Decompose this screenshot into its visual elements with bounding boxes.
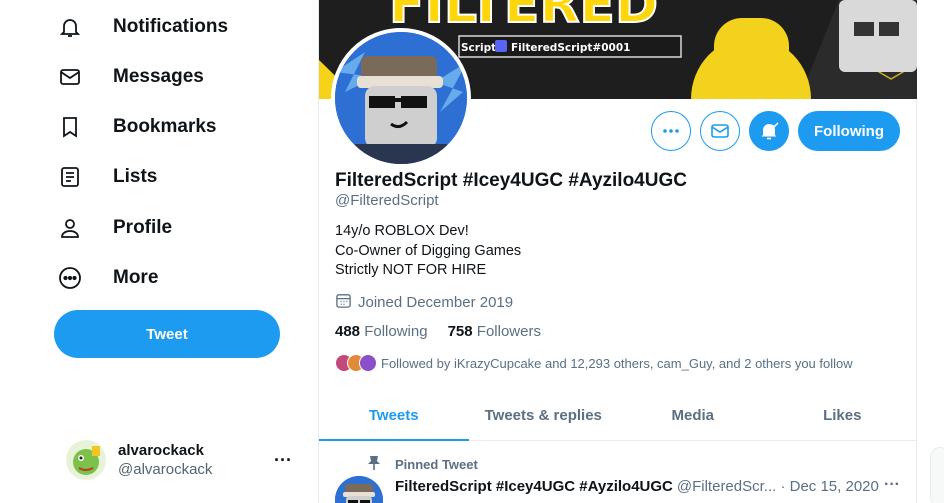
envelope-icon bbox=[56, 63, 84, 91]
pinned-tweet-header: FilteredScript #Icey4UGC #Ayzilo4UGC @Fi… bbox=[395, 478, 879, 495]
more-options-button[interactable] bbox=[651, 111, 691, 151]
followed-by-text: Followed by iKrazyCupcake and 12,293 oth… bbox=[381, 355, 853, 371]
svg-text:FilteredScript#0001: FilteredScript#0001 bbox=[511, 42, 630, 54]
follower-avatars bbox=[335, 354, 377, 372]
tweet-more-icon[interactable]: ··· bbox=[884, 476, 900, 494]
profile-avatar[interactable] bbox=[331, 28, 471, 168]
pinned-label: Pinned Tweet bbox=[395, 457, 478, 472]
account-switcher[interactable]: alvarockack @alvarockack ··· bbox=[66, 438, 306, 482]
nav-label-messages: Messages bbox=[113, 66, 204, 87]
nav-item-messages[interactable]: Messages bbox=[56, 55, 204, 99]
nav-label-more: More bbox=[113, 267, 159, 288]
followed-by[interactable]: Followed by iKrazyCupcake and 12,293 oth… bbox=[335, 354, 853, 372]
account-name: alvarockack bbox=[118, 442, 204, 459]
followers-count: 758 bbox=[447, 323, 473, 340]
profile-actions: Following bbox=[642, 111, 900, 151]
following-count: 488 bbox=[335, 323, 361, 340]
account-handle: @alvarockack bbox=[118, 461, 213, 478]
nav-item-profile[interactable]: Profile bbox=[56, 206, 172, 250]
nav-item-more[interactable]: More bbox=[56, 256, 158, 300]
tab-likes[interactable]: Likes bbox=[768, 390, 918, 440]
profile-display-name: FilteredScript #Icey4UGC #Ayzilo4UGC bbox=[335, 170, 687, 191]
tab-tweets-and-replies[interactable]: Tweets & replies bbox=[469, 390, 619, 440]
nav-item-lists[interactable]: Lists bbox=[56, 155, 157, 199]
tweet-author-name[interactable]: FilteredScript #Icey4UGC #Ayzilo4UGC bbox=[395, 478, 673, 495]
more-circle-icon bbox=[56, 264, 84, 292]
bell-check-icon bbox=[761, 122, 779, 140]
svg-text:Script: Script bbox=[461, 42, 496, 54]
account-more-icon[interactable]: ··· bbox=[274, 450, 292, 471]
tweet-author-handle-date[interactable]: @FilteredScr... · Dec 15, 2020 bbox=[677, 478, 879, 495]
svg-text:FILTERED: FILTERED bbox=[389, 0, 658, 35]
profile-column: FILTERED Script FilteredScript#0001 Foll… bbox=[318, 0, 917, 503]
tab-tweets[interactable]: Tweets bbox=[319, 390, 469, 441]
tweet-author-avatar[interactable] bbox=[335, 476, 383, 503]
bio-line: Strictly NOT FOR HIRE bbox=[335, 262, 487, 278]
list-icon bbox=[56, 163, 84, 191]
profile-bio: 14y/o ROBLOX Dev! Co-Owner of Digging Ga… bbox=[335, 222, 521, 281]
mini-avatar bbox=[359, 354, 377, 372]
bell-icon bbox=[56, 13, 84, 41]
banner-text-discord-tag: FilteredScript#0001 bbox=[511, 42, 630, 54]
following-count-link[interactable]: 488 Following bbox=[335, 323, 428, 340]
nav-label-bookmarks: Bookmarks bbox=[113, 116, 217, 137]
following-label: Following bbox=[364, 323, 428, 340]
follow-counts: 488 Following 758 Followers bbox=[335, 323, 561, 340]
nav-label-profile: Profile bbox=[113, 217, 173, 238]
envelope-icon bbox=[711, 124, 729, 138]
bio-line: 14y/o ROBLOX Dev! bbox=[335, 223, 469, 239]
more-horizontal-icon bbox=[663, 129, 679, 133]
tab-media[interactable]: Media bbox=[618, 390, 768, 440]
profile-tabs: Tweets Tweets & replies Media Likes bbox=[319, 390, 917, 441]
banner-text-script: Script bbox=[461, 42, 496, 54]
nav-item-notifications[interactable]: Notifications bbox=[56, 5, 228, 49]
joined-date: Joined December 2019 bbox=[358, 294, 514, 311]
notifications-subscribe-button[interactable] bbox=[749, 111, 789, 151]
followers-label: Followers bbox=[476, 323, 541, 340]
nav-label-notifications: Notifications bbox=[113, 16, 229, 37]
account-avatar bbox=[66, 440, 106, 480]
profile-screen-name: @FilteredScript bbox=[335, 192, 439, 209]
calendar-icon bbox=[335, 292, 352, 313]
bio-line: Co-Owner of Digging Games bbox=[335, 242, 522, 259]
left-navigation: Notifications Messages Bookmarks Lists P… bbox=[0, 0, 318, 503]
nav-item-bookmarks[interactable]: Bookmarks bbox=[56, 105, 217, 149]
pinned-indicator: Pinned Tweet bbox=[367, 455, 478, 474]
followers-count-link[interactable]: 758 Followers bbox=[448, 323, 541, 340]
pin-icon bbox=[367, 455, 381, 474]
right-sidebar-edge bbox=[930, 447, 944, 503]
following-button[interactable]: Following bbox=[798, 111, 900, 151]
profile-joined: Joined December 2019 bbox=[335, 292, 513, 313]
tweet-button[interactable]: Tweet bbox=[54, 310, 280, 358]
bookmark-icon bbox=[56, 113, 84, 141]
nav-label-lists: Lists bbox=[113, 166, 158, 187]
message-button[interactable] bbox=[700, 111, 740, 151]
person-icon bbox=[56, 214, 84, 242]
